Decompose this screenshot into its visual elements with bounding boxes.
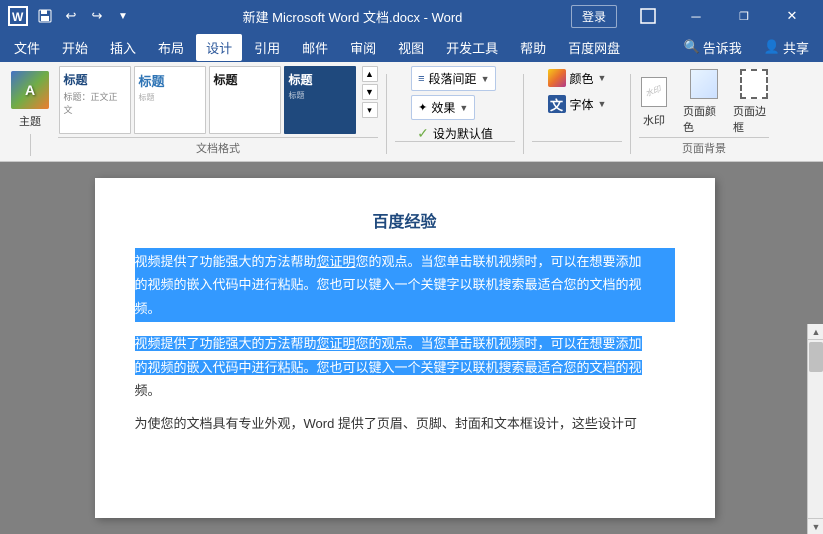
effects-button[interactable]: ✦ 效果 ▼ — [411, 95, 475, 120]
style-thumb-2[interactable]: 标题 标题 — [134, 66, 206, 134]
page-color-icon — [690, 69, 718, 99]
save-button[interactable] — [34, 5, 56, 27]
colors-fonts-section: ≡ 段落间距 ▼ ✦ 效果 ▼ ✓ 设为默认值 — [395, 66, 515, 156]
document-page: 百度经验 视频提供了功能强大的方法帮助您证明您的观点。当您单击联机视频时，可以在… — [95, 178, 715, 518]
style-scroll-down[interactable]: ▼ — [362, 84, 378, 100]
divider3 — [523, 74, 524, 154]
scroll-down-arrow[interactable]: ▼ — [808, 518, 823, 534]
style-scroll-up[interactable]: ▲ — [362, 66, 378, 82]
ribbon: A 主题 标题 标题：正文正文 — [0, 62, 823, 162]
style-scroll-buttons: ▲ ▼ ▾ — [362, 66, 378, 118]
menu-developer[interactable]: 开发工具 — [436, 34, 508, 61]
page-color-button[interactable]: 页面颜色 — [683, 68, 725, 136]
colors-fonts: 颜色 ▼ 文 字体 ▼ — [532, 66, 622, 156]
section-label-empty — [395, 141, 515, 156]
menu-help[interactable]: 帮助 — [510, 34, 556, 61]
customize-button[interactable]: ▼ — [112, 5, 134, 27]
window-controls: ─ ❐ ✕ — [625, 0, 815, 32]
menu-design[interactable]: 设计 — [196, 34, 242, 61]
scroll-up-arrow[interactable]: ▲ — [808, 324, 823, 340]
doc-format-label: 文档格式 — [58, 137, 378, 156]
paragraph-2: 视频提供了功能强大的方法帮助您证明您的观点。当您单击联机视频时，可以在想要添加的… — [135, 332, 675, 402]
menu-layout[interactable]: 布局 — [148, 34, 194, 61]
colors-label: 颜色 — [570, 70, 594, 87]
set-default-label: 设为默认值 — [433, 125, 493, 142]
divider4 — [630, 74, 631, 154]
color-icon — [548, 69, 566, 87]
theme-label: 主题 — [19, 113, 41, 129]
style-gallery-section: 标题 标题：正文正文 标题 标题 — [58, 66, 378, 156]
restore-button[interactable]: ❐ — [721, 0, 767, 32]
menu-review[interactable]: 审阅 — [340, 34, 386, 61]
theme-section: A 主题 — [6, 66, 54, 156]
menu-insert[interactable]: 插入 — [100, 34, 146, 61]
watermark-icon: 水印 — [638, 76, 670, 108]
menu-mailings[interactable]: 邮件 — [292, 34, 338, 61]
word-icon: W — [8, 6, 28, 26]
page-border-button[interactable]: 页面边框 — [733, 68, 775, 136]
style-thumb-3[interactable]: 标题 — [209, 66, 281, 134]
menu-view[interactable]: 视图 — [388, 34, 434, 61]
divider1 — [30, 134, 31, 156]
page-border-label: 页面边框 — [733, 103, 775, 135]
menu-tell-me[interactable]: 🔍 告诉我 — [674, 34, 752, 61]
page-border-icon — [740, 69, 768, 99]
undo-button[interactable]: ↩ — [60, 5, 82, 27]
fonts-label: 字体 — [570, 96, 594, 113]
scrollbar-right[interactable]: ▲ ▼ — [807, 324, 823, 534]
title-bar: W ↩ ↪ ▼ 新建 Microsoft Word 文档.docx - W — [0, 0, 823, 32]
paragraph-1: 视频提供了功能强大的方法帮助您证明您的观点。当您单击联机视频时，可以在想要添加的… — [135, 248, 675, 322]
document-area: 百度经验 视频提供了功能强大的方法帮助您证明您的观点。当您单击联机视频时，可以在… — [0, 162, 823, 534]
scroll-thumb[interactable] — [809, 342, 823, 372]
page-color-label: 页面颜色 — [683, 103, 725, 135]
menu-bar: 文件 开始 插入 布局 设计 引用 邮件 审阅 视图 开发工具 帮助 百度网盘 … — [0, 32, 823, 62]
menu-file[interactable]: 文件 — [4, 34, 50, 61]
watermark-button[interactable]: 水印 水印 — [633, 68, 675, 136]
title-bar-center: 新建 Microsoft Word 文档.docx - Word — [243, 7, 463, 26]
theme-icon: A — [11, 71, 49, 109]
colors-button[interactable]: 颜色 ▼ — [542, 66, 613, 90]
close-button[interactable]: ✕ — [769, 0, 815, 32]
style-thumb-4[interactable]: 标题 标题 — [284, 66, 356, 134]
style-thumbnails: 标题 标题：正文正文 标题 标题 — [59, 66, 356, 134]
document-title: 新建 Microsoft Word 文档.docx - Word — [243, 7, 463, 26]
font-icon: 文 — [548, 95, 566, 113]
effects-label: 效果 — [431, 99, 455, 116]
watermark-label: 水印 — [643, 112, 665, 128]
menu-home[interactable]: 开始 — [52, 34, 98, 61]
help-button[interactable] — [625, 0, 671, 32]
para-spacing-label: 段落间距 — [429, 70, 477, 87]
style-expand[interactable]: ▾ — [362, 102, 378, 118]
style-thumb-1[interactable]: 标题 标题：正文正文 — [59, 66, 131, 134]
title-bar-left: W ↩ ↪ ▼ — [8, 5, 134, 27]
page-bg-label: 页面背景 — [639, 137, 769, 156]
svg-text:W: W — [12, 10, 24, 24]
paragraph-spacing-button[interactable]: ≡ 段落间距 ▼ — [411, 66, 496, 91]
check-icon: ✓ — [417, 125, 429, 142]
fonts-button[interactable]: 文 字体 ▼ — [542, 92, 613, 116]
menu-share[interactable]: 👤 共享 — [754, 34, 819, 61]
login-button[interactable]: 登录 — [571, 5, 617, 28]
menu-baidu[interactable]: 百度网盘 — [558, 34, 630, 61]
divider2 — [386, 74, 387, 154]
redo-button[interactable]: ↪ — [86, 5, 108, 27]
document-title: 百度经验 — [135, 208, 675, 232]
theme-button[interactable]: A 主题 — [6, 66, 54, 134]
quick-access-toolbar: ↩ ↪ ▼ — [34, 5, 134, 27]
minimize-button[interactable]: ─ — [673, 0, 719, 32]
section-label-empty2 — [532, 141, 622, 156]
page-bg-section: 水印 水印 页面颜色 页面边框 页面背景 — [639, 66, 769, 156]
paragraph-3: 为使您的文档具有专业外观，Word 提供了页眉、页脚、封面和文本框设计，这些设计… — [135, 412, 675, 435]
title-bar-right: 登录 ─ ❐ ✕ — [571, 0, 815, 32]
menu-references[interactable]: 引用 — [244, 34, 290, 61]
